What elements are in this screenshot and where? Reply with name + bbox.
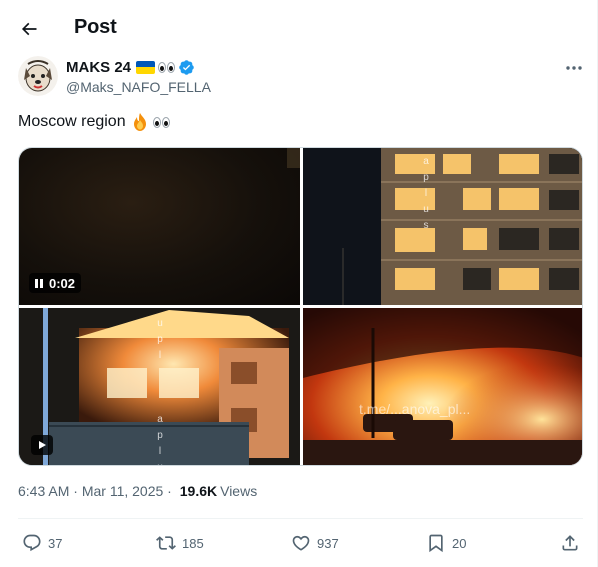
like-count: 937 [317, 535, 339, 551]
ukraine-flag-icon [136, 60, 156, 74]
bookmark-icon [429, 534, 443, 553]
tweet-text-content: Moscow region [18, 113, 126, 130]
watermark-vertical: uplaplus [157, 318, 163, 465]
author-name[interactable]: MAKS 24 [66, 59, 131, 76]
media-video-house[interactable]: uplaplus [19, 308, 300, 465]
reply-icon [23, 534, 41, 552]
top-bar: Post [0, 0, 597, 56]
burning-cars-image [303, 308, 582, 465]
reply-button[interactable]: 37 [22, 532, 62, 554]
bookmark-count: 20 [452, 535, 467, 551]
post-meta: 6:43 AM · Mar 11, 2025 · 19.6K Views [18, 483, 257, 499]
fire-icon [130, 112, 150, 132]
avatar[interactable] [18, 56, 58, 96]
heart-icon [292, 535, 310, 551]
bookmark-button[interactable]: 20 [426, 532, 466, 554]
play-icon[interactable] [31, 435, 53, 455]
share-icon [562, 535, 578, 551]
post-view: Post MAKS 24 @Maks_NAFO_FELLA Moscow reg… [0, 0, 598, 567]
views-label: Views [220, 483, 258, 499]
more-options-button[interactable] [560, 58, 588, 78]
media-grid: 0:02 aplus u p l a p l t.me/...anova_pl.… [18, 147, 583, 466]
doge-avatar-image [18, 56, 58, 96]
author-handle[interactable]: @Maks_NAFO_FELLA [66, 79, 211, 95]
page-title: Post [74, 16, 117, 38]
meta-separator: · [163, 483, 176, 499]
post-date[interactable]: Mar 11, 2025 [82, 483, 163, 499]
eyes-icon [157, 61, 176, 73]
arrow-left-icon [21, 22, 37, 36]
video-duration-badge: 0:02 [29, 273, 82, 293]
media-image-cars-fire[interactable]: t.me/...anova_pl... [303, 308, 582, 465]
views-count: 19.6K [179, 483, 218, 499]
eyes-icon [152, 116, 170, 128]
media-video-dark[interactable]: 0:02 [19, 148, 300, 305]
like-button[interactable]: 937 [291, 532, 339, 554]
share-button[interactable] [560, 532, 580, 554]
pause-icon[interactable] [35, 278, 43, 288]
repost-count: 185 [182, 535, 204, 551]
watermark-text: t.me/...anova_pl... [359, 401, 471, 417]
apartment-building-image [303, 148, 582, 305]
tweet-text: Moscow region [18, 112, 170, 132]
back-button[interactable] [12, 12, 46, 46]
watermark-vertical: aplus [423, 156, 429, 231]
repost-button[interactable]: 185 [156, 532, 204, 554]
media-image-apartment[interactable]: aplus [303, 148, 582, 305]
verified-badge-icon[interactable] [178, 59, 195, 76]
post-time[interactable]: 6:43 AM [18, 483, 69, 499]
author-name-row: MAKS 24 [66, 58, 195, 76]
divider [18, 518, 583, 519]
reply-count: 37 [48, 535, 63, 551]
more-dots-icon [566, 66, 582, 70]
repost-icon [156, 536, 176, 550]
meta-separator: · [69, 483, 82, 499]
video-duration: 0:02 [49, 275, 76, 291]
